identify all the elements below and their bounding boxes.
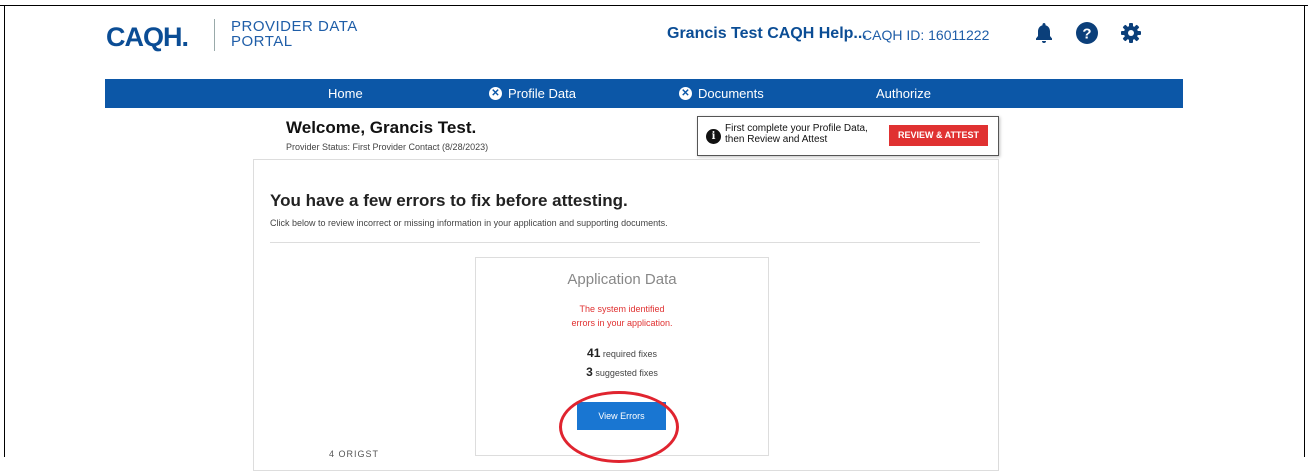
errors-subtitle: Click below to review incorrect or missi… [270,218,668,228]
portal-title-line2: PORTAL [231,33,293,50]
caqh-id: CAQH ID: 16011222 [862,27,990,43]
nav-documents-label: Documents [698,86,764,101]
notice-line1: First complete your Profile Data, [725,123,868,134]
caqh-logo[interactable]: CAQH. [106,22,189,53]
window-border-top [0,5,1308,6]
nav-home[interactable]: Home [328,79,363,108]
errors-heading: You have a few errors to fix before atte… [270,191,628,210]
annotation-circle [559,391,679,463]
nav-profile-data-label: Profile Data [508,86,576,101]
card-error-message: The system identified errors in your app… [476,302,768,330]
nav-home-label: Home [328,86,363,101]
provider-status: Provider Status: First Provider Contact … [286,142,489,152]
portal-title-line1: PROVIDER DATA [231,18,358,35]
window-border-right [1304,5,1305,457]
nav-profile-data[interactable]: ✕ Profile Data [489,79,576,108]
review-attest-button[interactable]: REVIEW & ATTEST [889,125,988,146]
suggested-label: suggested fixes [595,368,658,378]
error-x-icon: ✕ [489,87,502,101]
nav-documents[interactable]: ✕ Documents [679,79,764,108]
card-title: Application Data [567,271,677,288]
portal-title: PROVIDER DATA PORTAL [231,19,358,49]
card-message-line2: errors in your application. [571,318,673,328]
divider [270,242,980,243]
card-message-line1: The system identified [579,304,665,314]
svg-text:?: ? [1082,26,1091,43]
bottom-cutoff-text: 4 ORIGST [329,449,380,459]
logo-divider [214,19,215,51]
notice-line2: then Review and Attest [725,134,828,145]
welcome-heading: Welcome, Grancis Test. [286,118,477,137]
bell-icon[interactable] [1032,21,1056,45]
required-fixes: 41 required fixes [476,346,768,360]
main-nav: Home ✕ Profile Data ✕ Documents Authorize [105,79,1183,108]
window-border-left [4,5,5,457]
gear-icon[interactable] [1119,21,1143,45]
required-label: required fixes [602,349,657,359]
nav-authorize[interactable]: Authorize [876,79,931,108]
required-count: 41 [587,346,601,360]
nav-authorize-label: Authorize [876,86,931,101]
suggested-fixes: 3 suggested fixes [476,365,768,379]
error-x-icon: ✕ [679,87,692,101]
notice-text: First complete your Profile Data, then R… [725,123,885,145]
help-icon[interactable]: ? [1075,21,1099,45]
user-name-menu[interactable]: Grancis Test CAQH Help... [667,25,867,43]
attest-notice: i First complete your Profile Data, then… [697,116,999,156]
info-icon: i [706,129,721,144]
suggested-count: 3 [586,365,593,379]
